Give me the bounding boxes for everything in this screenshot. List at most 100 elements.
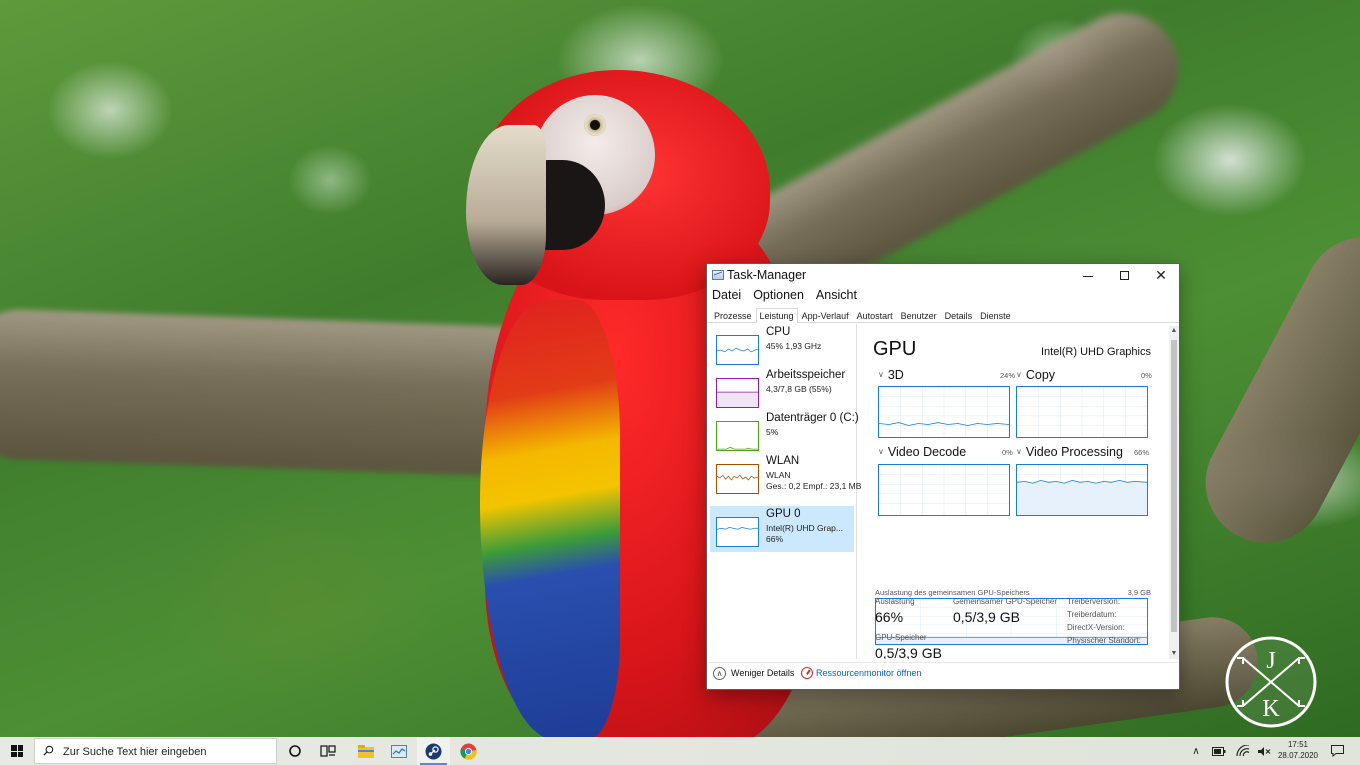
steam-icon[interactable] — [417, 737, 450, 765]
stat-utilization-label: Auslastung — [875, 597, 915, 606]
fewer-details-link[interactable]: Weniger Details — [731, 668, 794, 678]
stat-gpu-memory-value: 0,5/3,9 GB — [875, 645, 942, 659]
engine-3d-graph — [878, 386, 1010, 438]
notification-center-icon[interactable] — [1327, 737, 1347, 765]
engine-copy-selector[interactable]: ∨ Copy — [1016, 368, 1055, 382]
window-title: Task-Manager — [727, 268, 807, 282]
engine-percent: 66% — [1134, 448, 1150, 457]
resource-title: GPU 0 — [766, 508, 801, 520]
wlan-thumbnail-graph — [716, 464, 759, 494]
disk-thumbnail-graph — [716, 421, 759, 451]
search-icon — [43, 745, 54, 756]
engine-video-decode-selector[interactable]: ∨ Video Decode — [878, 445, 966, 459]
scroll-up-icon[interactable]: ▲ — [1169, 326, 1179, 336]
engine-3d-selector[interactable]: ∨ 3D — [878, 368, 904, 382]
scrollbar-thumb[interactable] — [1171, 340, 1177, 632]
resource-list: CPU 45% 1,93 GHz Arbeitsspeicher 4,3/7,8… — [707, 324, 861, 659]
stat-location-label: Physischer Standort: — [1067, 636, 1141, 645]
chrome-icon[interactable] — [452, 737, 485, 765]
tab-app-verlauf[interactable]: App-Verlauf — [798, 308, 853, 322]
tab-autostart[interactable]: Autostart — [853, 308, 897, 322]
scroll-down-icon[interactable]: ▼ — [1169, 649, 1179, 659]
engine-percent: 0% — [1141, 371, 1152, 380]
close-button[interactable]: ✕ — [1143, 264, 1179, 286]
wallpaper-branch — [1184, 216, 1360, 564]
clock-date: 28.07.2020 — [1277, 751, 1319, 760]
stat-directx-label: DirectX-Version: — [1067, 623, 1125, 632]
engine-copy-graph — [1016, 386, 1148, 438]
task-manager-icon[interactable] — [382, 737, 415, 765]
windows-logo-icon — [11, 745, 23, 757]
resource-title: WLAN — [766, 455, 800, 467]
parrot-beak — [466, 125, 546, 285]
taskbar-clock[interactable]: 17:51 28.07.2020 — [1274, 739, 1322, 761]
engine-video-processing-graph — [1016, 464, 1148, 516]
close-icon: ✕ — [1155, 267, 1167, 283]
file-explorer-icon[interactable] — [349, 737, 382, 765]
start-button[interactable] — [0, 737, 34, 765]
open-resource-monitor-link[interactable]: Ressourcenmonitor öffnen — [816, 668, 921, 678]
resource-monitor-icon — [801, 667, 813, 679]
stat-shared-memory-label: Gemeinsamer GPU-Speicher — [953, 597, 1058, 606]
resource-title: Datenträger 0 (C:) — [766, 412, 859, 424]
menu-optionen[interactable]: Optionen — [752, 288, 809, 306]
resource-item-cpu[interactable]: CPU 45% 1,93 GHz — [710, 324, 854, 370]
maximize-button[interactable] — [1106, 264, 1142, 286]
stat-driver-version-label: Treiberversion: — [1067, 597, 1121, 606]
detail-heading: GPU — [873, 338, 917, 360]
task-view-icon[interactable] — [311, 737, 344, 765]
tab-benutzer[interactable]: Benutzer — [897, 308, 941, 322]
engine-video-processing-selector[interactable]: ∨ Video Processing — [1016, 445, 1123, 459]
resource-item-memory[interactable]: Arbeitsspeicher 4,3/7,8 GB (55%) — [710, 367, 854, 413]
tab-prozesse[interactable]: Prozesse — [710, 308, 756, 322]
window-footer: ∧ Weniger Details Ressourcenmonitor öffn… — [707, 662, 1179, 689]
menu-datei[interactable]: Datei — [711, 288, 746, 306]
logo-letter-j: J — [1266, 648, 1275, 674]
tab-bar: Prozesse Leistung App-Verlauf Autostart … — [707, 308, 1179, 323]
resource-item-gpu[interactable]: GPU 0 Intel(R) UHD Grap... 66% — [710, 506, 854, 552]
chevron-down-icon: ∨ — [878, 447, 884, 456]
tab-dienste[interactable]: Dienste — [976, 308, 1015, 322]
resource-sub: 5% — [766, 427, 779, 437]
task-manager-app-icon — [712, 270, 724, 280]
resource-item-disk[interactable]: Datenträger 0 (C:) 5% — [710, 410, 859, 456]
menu-ansicht[interactable]: Ansicht — [815, 288, 862, 306]
engine-label: 3D — [887, 368, 904, 382]
resource-item-wlan[interactable]: WLAN WLAN Ges.: 0,2 Empf.: 23,1 MB — [710, 453, 861, 499]
taskbar-search-box[interactable]: Zur Suche Text hier eingeben — [34, 738, 277, 764]
resource-sub: Intel(R) UHD Grap... — [766, 523, 843, 533]
resource-sub: 66% — [766, 534, 784, 544]
chevron-up-icon[interactable]: ∧ — [713, 667, 726, 680]
speaker-muted-icon[interactable] — [1256, 737, 1272, 765]
engine-label: Video Decode — [887, 445, 967, 459]
parrot-eye — [584, 114, 606, 136]
resource-sub: WLAN — [766, 470, 791, 480]
taskbar: Zur Suche Text hier eingeben ∧ 17:51 28.… — [0, 737, 1360, 765]
battery-icon[interactable] — [1210, 737, 1228, 765]
stat-gpu-memory-label: GPU-Speicher — [875, 633, 927, 642]
title-bar[interactable]: Task-Manager ✕ — [707, 264, 1179, 286]
resource-sub: Ges.: 0,2 Empf.: 23,1 MB — [766, 481, 862, 491]
logo-letter-k: K — [1262, 696, 1280, 722]
wifi-icon[interactable] — [1234, 737, 1252, 765]
tab-details[interactable]: Details — [941, 308, 977, 322]
chevron-down-icon: ∨ — [1016, 447, 1022, 456]
tab-leistung[interactable]: Leistung — [755, 308, 798, 323]
chevron-up-icon[interactable]: ∧ — [1188, 737, 1204, 765]
vertical-scrollbar[interactable]: ▲ ▼ — [1169, 326, 1179, 659]
cortana-icon[interactable] — [278, 737, 311, 765]
search-placeholder: Zur Suche Text hier eingeben — [63, 746, 207, 758]
resource-title: Arbeitsspeicher — [766, 369, 846, 381]
engine-percent: 0% — [1002, 448, 1013, 457]
resource-sub: 4,3/7,8 GB (55%) — [766, 384, 832, 394]
engine-video-decode-graph — [878, 464, 1010, 516]
engine-label: Video Processing — [1025, 445, 1123, 459]
cpu-thumbnail-graph — [716, 335, 759, 365]
stat-shared-memory-value: 0,5/3,9 GB — [953, 609, 1020, 625]
resource-sub: 45% 1,93 GHz — [766, 341, 822, 351]
minimize-button[interactable] — [1070, 264, 1106, 286]
clock-time: 17:51 — [1287, 740, 1309, 749]
jk-watermark-logo: J K — [1223, 634, 1319, 730]
stat-utilization-value: 66% — [875, 609, 904, 625]
chevron-down-icon: ∨ — [878, 370, 884, 379]
